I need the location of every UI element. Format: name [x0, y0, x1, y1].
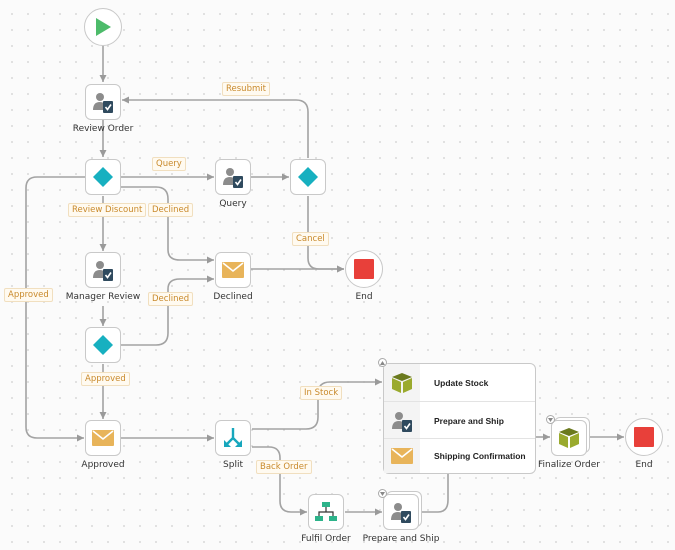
node-split[interactable] — [215, 420, 251, 456]
edge-label-cancel[interactable]: Cancel — [292, 232, 329, 246]
group-item-prepare-and-ship[interactable]: Prepare and Ship — [384, 402, 535, 439]
stop-icon — [354, 259, 374, 279]
play-icon — [96, 18, 111, 36]
split-icon — [224, 428, 242, 447]
edge-gateway2-declined — [121, 275, 214, 346]
edge-label-in-stock[interactable]: In Stock — [300, 386, 343, 400]
node-prepare-and-ship[interactable] — [383, 494, 419, 530]
end-event-1[interactable] — [345, 250, 383, 288]
group-item-icon-cell — [384, 402, 420, 439]
node-review-order[interactable] — [85, 84, 121, 120]
box-icon — [392, 372, 412, 393]
triangle-up-icon — [380, 360, 385, 365]
group-item-update-stock[interactable]: Update Stock — [384, 364, 535, 401]
end-event-2[interactable] — [625, 418, 663, 456]
node-label: End — [355, 292, 373, 302]
edge-label-back-order[interactable]: Back Order — [256, 460, 312, 474]
box-icon — [559, 428, 579, 448]
node-label: Review Order — [72, 124, 134, 134]
triangle-down-icon — [548, 417, 553, 422]
mail-icon — [222, 262, 244, 278]
edge-label-declined-2[interactable]: Declined — [148, 292, 194, 306]
mail-icon — [391, 448, 413, 464]
stop-icon — [634, 427, 654, 447]
user-task-icon — [93, 261, 113, 281]
node-gateway-1[interactable] — [85, 159, 121, 195]
edge-label-review-discount[interactable]: Review Discount — [68, 203, 147, 217]
edge-prepare-group — [420, 474, 449, 513]
node-fulfil-order[interactable] — [308, 494, 344, 530]
user-task-icon — [93, 93, 113, 113]
node-approved[interactable] — [85, 420, 121, 456]
edge-label-declined-1[interactable]: Declined — [148, 203, 194, 217]
group-item-icon-cell — [384, 439, 420, 473]
org-chart-icon — [315, 502, 337, 521]
gateway-diamond-icon — [298, 167, 318, 187]
collapse-marker[interactable] — [378, 489, 387, 498]
user-task-icon — [223, 168, 243, 188]
node-manager-review[interactable] — [85, 252, 121, 288]
subprocess-group[interactable]: Update Stock Prepare and Ship Shipping C… — [383, 363, 536, 474]
edge-label-approved-left[interactable]: Approved — [4, 288, 53, 302]
edge-label-approved-2[interactable]: Approved — [81, 372, 130, 386]
node-declined[interactable] — [215, 252, 251, 288]
edge-gateway1-declined — [121, 186, 214, 264]
edge-label-query[interactable]: Query — [152, 157, 186, 171]
node-label: Prepare and Ship — [362, 534, 440, 544]
user-task-icon — [392, 411, 412, 432]
gateway-diamond-icon — [93, 335, 113, 355]
gateway-diamond-icon — [93, 167, 113, 187]
user-task-icon — [391, 503, 411, 523]
node-query[interactable] — [215, 159, 251, 195]
node-gateway-query[interactable] — [290, 159, 326, 195]
group-item-icon-cell — [384, 364, 420, 401]
collapse-marker[interactable] — [546, 415, 555, 424]
mail-icon — [92, 430, 114, 446]
node-label: Manager Review — [65, 292, 141, 302]
edge-label-resubmit[interactable]: Resubmit — [222, 82, 270, 96]
group-item-label: Update Stock — [434, 377, 489, 388]
triangle-down-icon — [380, 491, 385, 496]
start-event[interactable] — [84, 8, 122, 46]
node-finalize-order[interactable] — [551, 420, 587, 456]
node-gateway-2[interactable] — [85, 327, 121, 363]
edge-split-backorder — [252, 446, 307, 516]
group-item-label: Prepare and Ship — [434, 415, 504, 426]
expand-marker[interactable] — [378, 358, 387, 367]
node-label: Approved — [81, 460, 125, 470]
node-label: End — [635, 460, 653, 470]
